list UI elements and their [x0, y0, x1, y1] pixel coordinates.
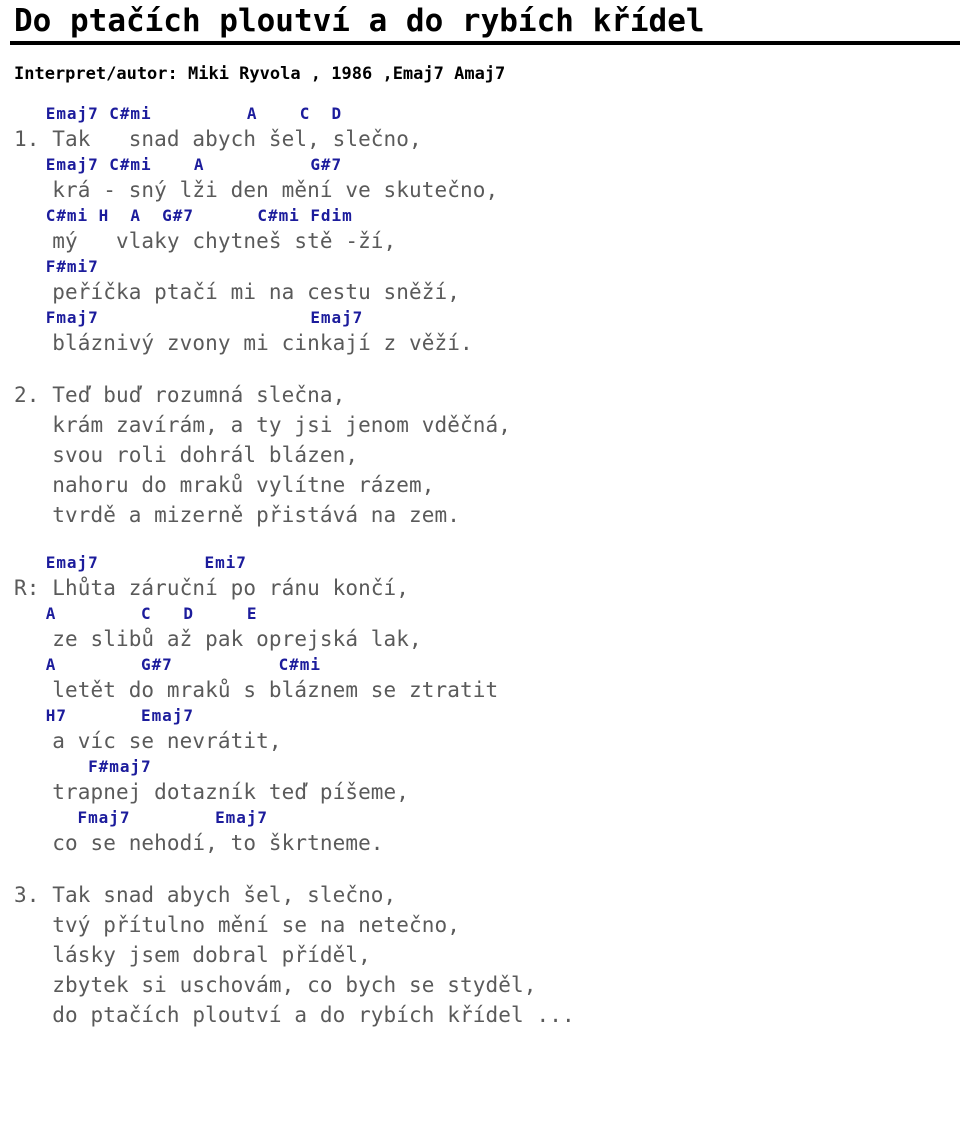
lyric-line: bláznivý zvony mi cinkají z věží.: [14, 331, 473, 355]
lyric-line: co se nehodí, to škrtneme.: [14, 831, 384, 855]
song-block-verse-2: 2. Teď buď rozumná slečna, krám zavírám,…: [14, 380, 960, 530]
lyric-line: mý vlaky chytneš stě -ží,: [14, 229, 397, 253]
lyric-line: tvrdě a mizerně přistává na zem.: [14, 503, 461, 527]
song-block-verse-1: Emaj7 C#mi A C D 1. Tak snad abych šel, s…: [14, 103, 960, 358]
song-block-verse-3: 3. Tak snad abych šel, slečno, tvý přítu…: [14, 880, 960, 1030]
lyric-line: trapnej dotazník teď píšeme,: [14, 780, 410, 804]
lyric-line: 3. Tak snad abych šel, slečno,: [14, 883, 397, 907]
chord-line: Fmaj7 Emaj7: [14, 308, 364, 327]
lyric-line: krá - sný lži den mění ve skutečno,: [14, 178, 499, 202]
lyric-line: 1. Tak snad abych šel, slečno,: [14, 127, 422, 151]
title-divider: [10, 41, 960, 45]
lyric-line: ze slibů až pak oprejská lak,: [14, 627, 422, 651]
lyric-line: letět do mraků s bláznem se ztratit: [14, 678, 499, 702]
chord-line: H7 Emaj7: [14, 706, 194, 725]
song-block-refrain: Emaj7 Emi7 R: Lhůta záruční po ránu končí…: [14, 552, 960, 858]
byline: Interpret/autor: Miki Ryvola , 1986 ,Ema…: [14, 64, 506, 84]
chord-line: Emaj7 C#mi A G#7: [14, 155, 343, 174]
lyric-line: a víc se nevrátit,: [14, 729, 282, 753]
lyric-line: lásky jsem dobral příděl,: [14, 943, 371, 967]
lyric-line: do ptačích ploutví a do rybích křídel ..…: [14, 1003, 575, 1027]
chord-line: F#maj7: [14, 757, 152, 776]
song-header: Do ptačích ploutví a do rybích křídel In…: [0, 2, 960, 85]
lyric-line: zbytek si uschovám, co bych se styděl,: [14, 973, 537, 997]
chord-line: A C D E: [14, 604, 258, 623]
lyric-line: nahoru do mraků vylítne rázem,: [14, 473, 435, 497]
lyric-line: krám zavírám, a ty jsi jenom vděčná,: [14, 413, 511, 437]
page-title: Do ptačích ploutví a do rybích křídel: [14, 3, 705, 39]
chord-line: F#mi7: [14, 257, 99, 276]
lyric-line: svou roli dohrál blázen,: [14, 443, 359, 467]
lyric-line: R: Lhůta záruční po ránu končí,: [14, 576, 410, 600]
chord-line: Fmaj7 Emaj7: [14, 808, 268, 827]
lyric-line: 2. Teď buď rozumná slečna,: [14, 383, 346, 407]
lyric-line: peříčka ptačí mi na cestu sněží,: [14, 280, 461, 304]
chord-line: Emaj7 Emi7: [14, 553, 247, 572]
chord-line: A G#7 C#mi: [14, 655, 321, 674]
chord-line: Emaj7 C#mi A C D: [14, 104, 343, 123]
lyric-line: tvý přítulno mění se na netečno,: [14, 913, 461, 937]
song-body: Emaj7 C#mi A C D 1. Tak snad abych šel, s…: [0, 103, 960, 1030]
chord-line: C#mi H A G#7 C#mi Fdim: [14, 206, 353, 225]
